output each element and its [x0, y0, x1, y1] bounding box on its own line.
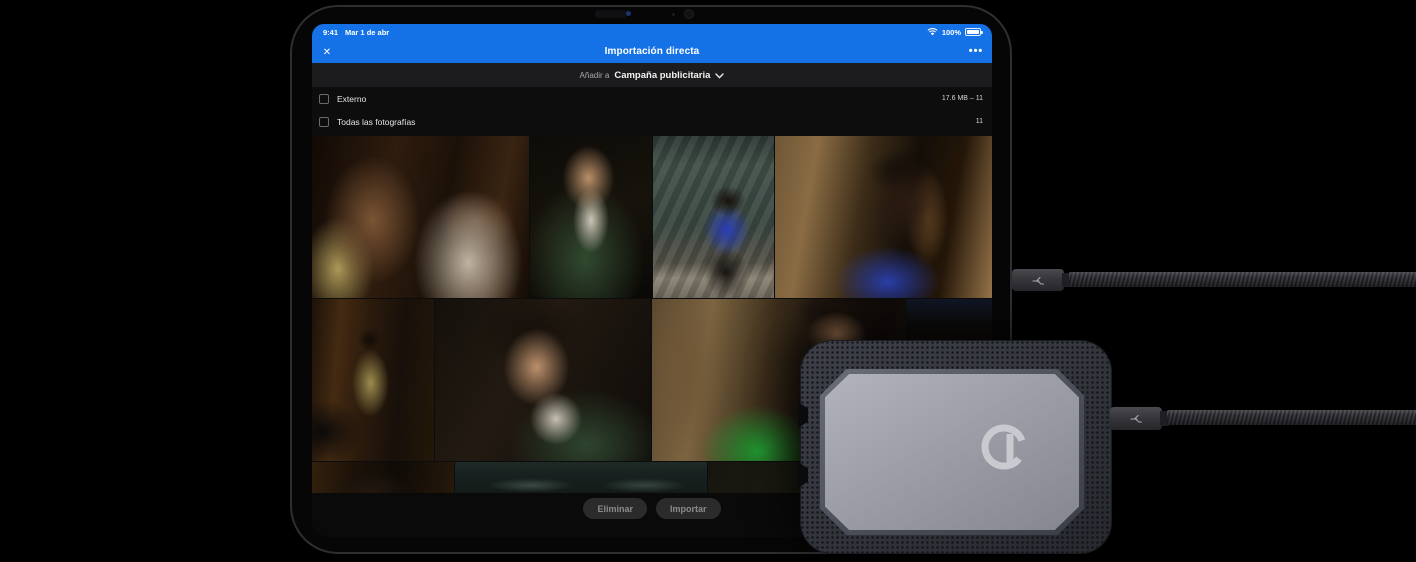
braided-cable-bottom	[1167, 410, 1416, 425]
photo-thumbnail-9[interactable]	[312, 462, 454, 493]
ssd-metal-plate	[820, 369, 1084, 535]
thunderbolt-icon	[1129, 414, 1142, 423]
source-meta: 11	[975, 118, 983, 125]
add-to-collection: Campaña publicitaria	[614, 69, 711, 81]
usb-connector-bottom	[1110, 407, 1162, 430]
external-ssd	[798, 340, 1112, 554]
source-label: Todas las fotografías	[337, 116, 416, 127]
braided-cable-top	[1069, 272, 1416, 287]
more-options-icon[interactable]: •••	[968, 44, 984, 58]
front-camera-ring	[684, 9, 694, 19]
photo-thumbnail-5[interactable]	[312, 299, 434, 461]
usb-connector-top	[1012, 269, 1064, 291]
wifi-icon	[927, 28, 938, 36]
source-label: Externo	[337, 93, 367, 104]
photo-thumbnail-6[interactable]	[435, 299, 651, 461]
source-list: Externo 17.6 MB – 11 Todas las fotografí…	[312, 87, 992, 133]
thunderbolt-icon	[1031, 276, 1044, 285]
import-header: ✕ Importación directa •••	[312, 40, 992, 63]
bumper-notch	[798, 402, 808, 428]
source-row-externo[interactable]: Externo 17.6 MB – 11	[312, 87, 992, 110]
photo-thumbnail-1[interactable]	[312, 136, 529, 298]
photo-thumbnail-10[interactable]	[455, 462, 707, 493]
front-camera-lens-icon	[626, 11, 631, 16]
checkbox-todas[interactable]	[319, 116, 329, 127]
scene: 9:41 Mar 1 de abr 100% ✕ Importación dir…	[0, 0, 1416, 562]
photo-thumbnail-3[interactable]	[653, 136, 774, 298]
photo-thumbnail-2[interactable]	[530, 136, 652, 298]
import-button[interactable]: Importar	[656, 498, 721, 519]
chevron-down-icon	[715, 72, 725, 79]
g-drive-logo-icon	[981, 424, 1027, 470]
delete-button[interactable]: Eliminar	[583, 498, 647, 519]
checkbox-externo[interactable]	[319, 93, 329, 104]
photo-thumbnail-4[interactable]	[775, 136, 992, 298]
front-camera-pill	[595, 10, 627, 18]
bumper-notch	[798, 462, 808, 488]
status-bar: 9:41 Mar 1 de abr 100%	[312, 24, 992, 40]
add-to-label: Añadir a	[579, 70, 610, 80]
front-sensor-dot	[672, 13, 675, 16]
add-to-selector[interactable]: Añadir a Campaña publicitaria	[312, 63, 992, 87]
page-title: Importación directa	[604, 46, 700, 57]
status-date: Mar 1 de abr	[345, 27, 390, 37]
status-time: 9:41	[323, 27, 339, 37]
battery-percent: 100%	[941, 27, 961, 37]
source-row-todas[interactable]: Todas las fotografías 11	[312, 110, 992, 133]
source-meta: 17.6 MB – 11	[941, 95, 983, 102]
battery-icon	[965, 28, 983, 36]
